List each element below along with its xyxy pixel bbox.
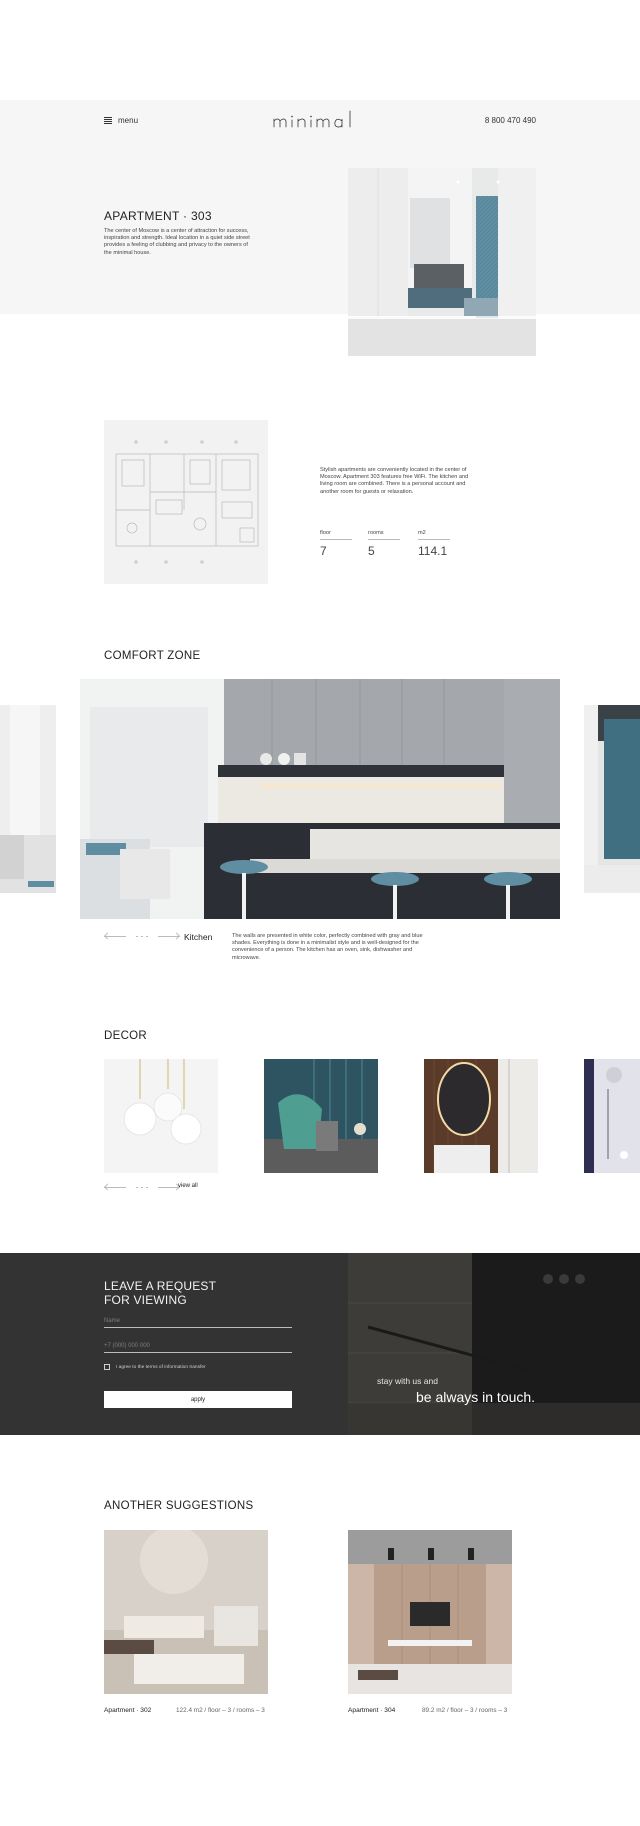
- suggestion-meta-302: 122.4 m2 / floor – 3 / rooms – 3: [176, 1707, 265, 1714]
- stat-value: 114.1: [418, 544, 448, 558]
- decor-item-bathroom[interactable]: [424, 1059, 538, 1173]
- view-all-link[interactable]: view all: [178, 1183, 198, 1189]
- decor-item-lamps[interactable]: [104, 1059, 218, 1173]
- room-description: The walls are presented in white color, …: [232, 933, 423, 961]
- hamburger-icon: [104, 116, 112, 125]
- suggestion-meta-304: 89.2 m2 / floor – 3 / rooms – 3: [422, 1707, 508, 1714]
- menu-label: menu: [118, 116, 139, 125]
- apply-button[interactable]: apply: [104, 1391, 292, 1408]
- stat-value: 7: [320, 544, 327, 558]
- decor-slider-nav: [104, 1187, 180, 1188]
- arrow-right-icon[interactable]: [158, 1187, 180, 1188]
- decor-item-shower[interactable]: [584, 1059, 640, 1173]
- suggestion-name-304[interactable]: Apartment · 304: [348, 1707, 395, 1714]
- slide-prev-preview[interactable]: [0, 705, 56, 893]
- terms-checkbox-row[interactable]: I agree to the terms of information tran…: [104, 1364, 206, 1370]
- suggestions-title: ANOTHER SUGGESTIONS: [104, 1500, 254, 1512]
- comfort-title: COMFORT ZONE: [104, 650, 201, 662]
- divider: [320, 539, 352, 540]
- divider: [368, 539, 400, 540]
- stat-label: m2: [418, 530, 426, 536]
- slider-dots: [136, 1187, 148, 1188]
- suggestion-photo-302[interactable]: [104, 1530, 268, 1694]
- stat-value: 5: [368, 544, 375, 558]
- slider-dots: [136, 936, 148, 937]
- phone-number[interactable]: 8 800 470 490: [470, 116, 536, 125]
- arrow-right-icon[interactable]: [158, 936, 180, 937]
- terms-label: I agree to the terms of information tran…: [116, 1364, 206, 1370]
- stat-label: floor: [320, 530, 331, 536]
- suggestion-photo-304[interactable]: [348, 1530, 512, 1694]
- menu-button[interactable]: menu: [104, 116, 138, 125]
- divider: [418, 539, 450, 540]
- decor-title: DECOR: [104, 1030, 148, 1042]
- request-title-line1: LEAVE A REQUEST: [104, 1279, 217, 1293]
- slide-next-preview[interactable]: [584, 705, 640, 893]
- hero-description: The center of Moscow is a center of attr…: [104, 228, 250, 256]
- logo[interactable]: minimal: [270, 107, 370, 133]
- decor-item-chair[interactable]: [264, 1059, 378, 1173]
- request-title: LEAVE A REQUEST FOR VIEWING: [104, 1279, 284, 1307]
- arrow-left-icon[interactable]: [104, 1187, 126, 1188]
- stat-rooms: rooms 5: [368, 530, 400, 558]
- tagline-small: stay with us and: [377, 1376, 438, 1386]
- suggestion-name-302[interactable]: Apartment · 302: [104, 1707, 151, 1714]
- stat-label: rooms: [368, 530, 384, 536]
- terms-checkbox[interactable]: [104, 1364, 110, 1370]
- floor-plan[interactable]: [104, 420, 268, 584]
- page-title: APARTMENT · 303: [104, 209, 212, 223]
- hero-photo: [348, 168, 536, 356]
- stat-floor: floor 7: [320, 530, 352, 558]
- arrow-left-icon[interactable]: [104, 936, 126, 937]
- comfort-slider-nav: [104, 936, 180, 937]
- room-name: Kitchen: [184, 932, 213, 942]
- request-title-line2: FOR VIEWING: [104, 1293, 187, 1307]
- phone-field[interactable]: +7 (000) 000 000: [104, 1343, 292, 1353]
- tagline-large: be always in touch.: [416, 1389, 536, 1405]
- name-field[interactable]: Name: [104, 1318, 292, 1328]
- request-photo: [348, 1253, 640, 1435]
- stat-area: m2 114.1: [418, 530, 450, 558]
- apartment-description: Stylish apartments are conveniently loca…: [320, 467, 469, 495]
- kitchen-photo[interactable]: [80, 679, 560, 919]
